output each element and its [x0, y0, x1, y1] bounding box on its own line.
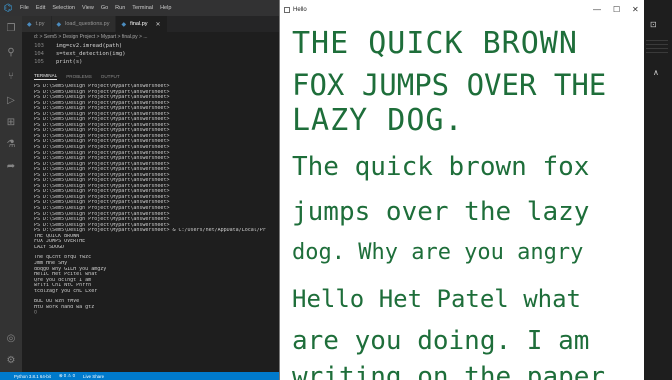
- split-editor-icon[interactable]: ⊡: [650, 20, 657, 29]
- menu-help[interactable]: Help: [160, 5, 171, 11]
- line-number: 105: [34, 59, 44, 65]
- menu-run[interactable]: Run: [115, 5, 125, 11]
- handwritten-line: jumps over the lazy: [292, 197, 590, 227]
- tab-label: load_questions.py: [65, 21, 110, 27]
- minimap-line: [646, 40, 668, 41]
- hello-titlebar: Hello — ☐ ✕: [280, 0, 644, 19]
- code-line: 104 s=text_detection(img): [22, 50, 279, 58]
- problems-count[interactable]: ⊗ 0 ⚠ 0: [59, 373, 75, 379]
- menu-terminal[interactable]: Terminal: [132, 5, 153, 11]
- tab-final-py[interactable]: ◆ final.py ✕: [116, 16, 168, 32]
- menu-file[interactable]: File: [20, 5, 29, 11]
- live-share-status[interactable]: Live Share: [83, 374, 104, 379]
- minimap-line: [646, 48, 668, 49]
- python-file-icon: ◆: [121, 20, 127, 28]
- maximize-button[interactable]: ☐: [613, 5, 620, 14]
- menu-bar: File Edit Selection View Go Run Terminal…: [20, 5, 171, 11]
- editor-tabs: ◆ t.py ◆ load_questions.py ◆ final.py ✕: [22, 16, 279, 32]
- handwritten-line: Hello Het Patel what: [292, 285, 581, 313]
- terminal-output[interactable]: PS D:\Sem5\Design Project\Mypart\answers…: [34, 84, 279, 372]
- menu-go[interactable]: Go: [101, 5, 108, 11]
- search-icon[interactable]: ⚲: [5, 46, 17, 58]
- menu-selection[interactable]: Selection: [52, 5, 75, 11]
- line-number: 104: [34, 51, 44, 57]
- maximize-panel-icon[interactable]: ∧: [653, 68, 659, 77]
- tab-label: t.py: [35, 21, 45, 27]
- handwritten-line: The quick brown fox: [292, 152, 590, 182]
- handwritten-line: dog. Why are you angry: [292, 240, 584, 265]
- close-button[interactable]: ✕: [632, 5, 639, 14]
- handwritten-line: writing on the paper: [292, 362, 606, 380]
- breadcrumb[interactable]: d: > Sem5 > Design Project > Mypart > fi…: [22, 32, 279, 42]
- handwritten-line: THE QUICK BROWN: [292, 26, 578, 61]
- run-debug-icon[interactable]: ▷: [5, 94, 17, 106]
- hello-image-window: Hello — ☐ ✕ THE QUICK BROWN FOX JUMPS OV…: [279, 0, 644, 380]
- minimize-button[interactable]: —: [593, 5, 601, 14]
- account-icon[interactable]: ◎: [5, 332, 17, 344]
- panel-tabs: TERMINAL PROBLEMS OUTPUT: [22, 70, 279, 82]
- code-text: print(s): [56, 59, 83, 65]
- tab-output[interactable]: OUTPUT: [101, 74, 120, 79]
- python-interpreter[interactable]: Python 3.8.1 64-bit: [14, 374, 51, 379]
- extensions-icon[interactable]: ⊞: [5, 116, 17, 128]
- vscode-titlebar: ⌬ File Edit Selection View Go Run Termin…: [0, 0, 279, 16]
- background-editor-strip: ⊡ ∧: [644, 0, 672, 380]
- menu-edit[interactable]: Edit: [36, 5, 45, 11]
- tab-label: final.py: [130, 21, 148, 27]
- code-line: 103 img=cv2.imread(path): [22, 42, 279, 50]
- tab-load-questions-py[interactable]: ◆ load_questions.py: [51, 16, 117, 32]
- window-app-icon: [284, 6, 290, 13]
- line-number: 103: [34, 43, 44, 49]
- activity-bar: ❐ ⚲ ⑂ ▷ ⊞ ⚗ ➦ ◎ ⚙: [0, 16, 22, 372]
- tab-t-py[interactable]: ◆ t.py: [22, 16, 52, 32]
- explorer-icon[interactable]: ❐: [5, 22, 17, 34]
- terminal-cursor: ▯: [34, 310, 38, 316]
- minimap-line: [646, 44, 668, 45]
- vscode-window: ⌬ File Edit Selection View Go Run Termin…: [0, 0, 279, 380]
- python-file-icon: ◆: [56, 20, 62, 28]
- handwritten-line: LAZY DOG.: [292, 103, 464, 138]
- python-file-icon: ◆: [27, 20, 32, 28]
- status-bar: Python 3.8.1 64-bit ⊗ 0 ⚠ 0 Live Share: [0, 372, 279, 380]
- window-title: Hello: [293, 6, 307, 13]
- tab-problems[interactable]: PROBLEMS: [66, 74, 92, 79]
- close-tab-icon[interactable]: ✕: [156, 21, 161, 28]
- settings-gear-icon[interactable]: ⚙: [5, 354, 17, 366]
- code-text: img=cv2.imread(path): [56, 43, 123, 49]
- code-editor[interactable]: 103 img=cv2.imread(path) 104 s=text_dete…: [22, 42, 279, 68]
- code-line: 105 print(s): [22, 58, 279, 66]
- menu-view[interactable]: View: [82, 5, 94, 11]
- handwritten-line: FOX JUMPS OVER THE: [292, 68, 607, 102]
- minimap-line: [646, 52, 668, 53]
- code-text: s=text_detection(img): [56, 51, 126, 57]
- testing-icon[interactable]: ⚗: [5, 138, 17, 150]
- handwritten-line: are you doing. I am: [292, 326, 590, 356]
- live-share-icon[interactable]: ➦: [5, 160, 17, 172]
- tab-terminal[interactable]: TERMINAL: [34, 73, 58, 80]
- vscode-logo-icon: ⌬: [3, 2, 13, 14]
- source-control-icon[interactable]: ⑂: [5, 70, 17, 82]
